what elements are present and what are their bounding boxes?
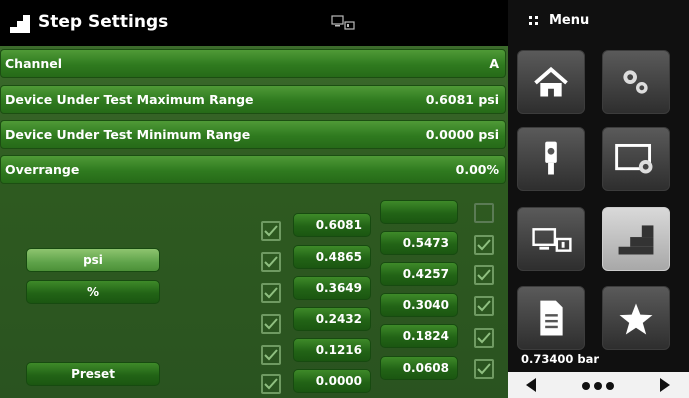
check-icon xyxy=(264,256,278,268)
page-indicator xyxy=(576,372,620,398)
step-icon xyxy=(618,225,654,255)
step-stairs-icon xyxy=(10,15,30,33)
step-value[interactable]: 0.0000 xyxy=(293,369,371,393)
step-settings-panel: Channel A Device Under Test Maximum Rang… xyxy=(0,46,508,398)
home-button[interactable] xyxy=(517,50,585,114)
step-checkbox-left[interactable] xyxy=(261,374,281,394)
check-icon xyxy=(477,332,491,344)
check-icon xyxy=(264,378,278,390)
check-icon xyxy=(477,239,491,251)
menu-label: Menu xyxy=(549,13,590,28)
sensor-icon xyxy=(545,141,557,175)
row-label: Channel xyxy=(5,56,63,71)
document-button[interactable] xyxy=(517,286,585,350)
header-bar: Step Settings xyxy=(0,0,508,46)
check-icon xyxy=(477,269,491,281)
settings-button[interactable] xyxy=(602,50,670,114)
display-settings-button[interactable] xyxy=(602,127,670,191)
display-settings-icon xyxy=(615,143,653,174)
barometer-reading: 0.73400 bar xyxy=(521,352,600,366)
step-checkbox-left[interactable] xyxy=(261,314,281,334)
row-label: Device Under Test Maximum Range xyxy=(5,92,254,107)
check-icon xyxy=(264,349,278,361)
step-checkbox-left[interactable] xyxy=(261,283,281,303)
row-value: 0.6081 psi xyxy=(425,92,499,107)
check-icon xyxy=(264,318,278,330)
step-checkbox-right[interactable] xyxy=(474,296,494,316)
step-value[interactable]: 0.5473 xyxy=(380,231,458,255)
overrange-row[interactable]: Overrange 0.00% xyxy=(0,155,506,184)
step-checkbox-right[interactable] xyxy=(474,235,494,255)
remote-display-icon xyxy=(331,15,355,30)
step-value[interactable]: 0.6081 xyxy=(293,213,371,237)
step-checkbox-right[interactable] xyxy=(474,265,494,285)
unit-percent-button[interactable]: % xyxy=(26,280,160,304)
step-checkbox-left[interactable] xyxy=(261,252,281,272)
arrow-left-icon xyxy=(526,378,536,392)
step-button[interactable] xyxy=(602,207,670,271)
step-value[interactable]: 0.3649 xyxy=(293,276,371,300)
unit-psi-button[interactable]: psi xyxy=(26,248,160,272)
document-icon xyxy=(540,300,563,336)
step-value[interactable]: 0.1824 xyxy=(380,324,458,348)
dut-min-range-row[interactable]: Device Under Test Minimum Range 0.0000 p… xyxy=(0,120,506,149)
row-value: A xyxy=(489,56,499,71)
favorite-button[interactable] xyxy=(602,286,670,350)
step-checkbox-left[interactable] xyxy=(261,221,281,241)
channel-row[interactable]: Channel A xyxy=(0,49,506,78)
settings-gears-icon xyxy=(623,70,648,94)
remote-icon xyxy=(532,228,572,252)
next-page-button[interactable] xyxy=(642,372,686,398)
check-icon xyxy=(477,300,491,312)
favorite-star-icon xyxy=(619,303,653,335)
check-icon xyxy=(264,225,278,237)
check-icon xyxy=(264,287,278,299)
preset-button[interactable]: Preset xyxy=(26,362,160,386)
page-title: Step Settings xyxy=(38,12,169,32)
page-dots-icon xyxy=(582,382,614,390)
step-value[interactable] xyxy=(380,200,458,224)
menu-sidebar: Menu 0.73400 bar xyxy=(508,0,689,398)
step-value[interactable]: 0.2432 xyxy=(293,307,371,331)
step-value[interactable]: 0.1216 xyxy=(293,338,371,362)
page-nav-bar xyxy=(508,372,689,398)
step-checkbox-right[interactable] xyxy=(474,359,494,379)
row-value: 0.00% xyxy=(455,162,499,177)
step-checkbox-right[interactable] xyxy=(474,203,494,223)
dut-max-range-row[interactable]: Device Under Test Maximum Range 0.6081 p… xyxy=(0,85,506,114)
home-icon xyxy=(534,66,568,97)
step-value[interactable]: 0.4257 xyxy=(380,262,458,286)
step-value[interactable]: 0.3040 xyxy=(380,293,458,317)
check-icon xyxy=(477,363,491,375)
row-label: Overrange xyxy=(5,162,80,177)
sensor-button[interactable] xyxy=(517,127,585,191)
step-checkbox-right[interactable] xyxy=(474,328,494,348)
step-checkbox-left[interactable] xyxy=(261,345,281,365)
menu-grid-icon xyxy=(529,16,538,25)
arrow-right-icon xyxy=(660,378,670,392)
step-value[interactable]: 0.4865 xyxy=(293,245,371,269)
remote-button[interactable] xyxy=(517,207,585,271)
row-label: Device Under Test Minimum Range xyxy=(5,127,251,142)
step-value[interactable]: 0.0608 xyxy=(380,356,458,380)
row-value: 0.0000 psi xyxy=(425,127,499,142)
prev-page-button[interactable] xyxy=(512,372,556,398)
